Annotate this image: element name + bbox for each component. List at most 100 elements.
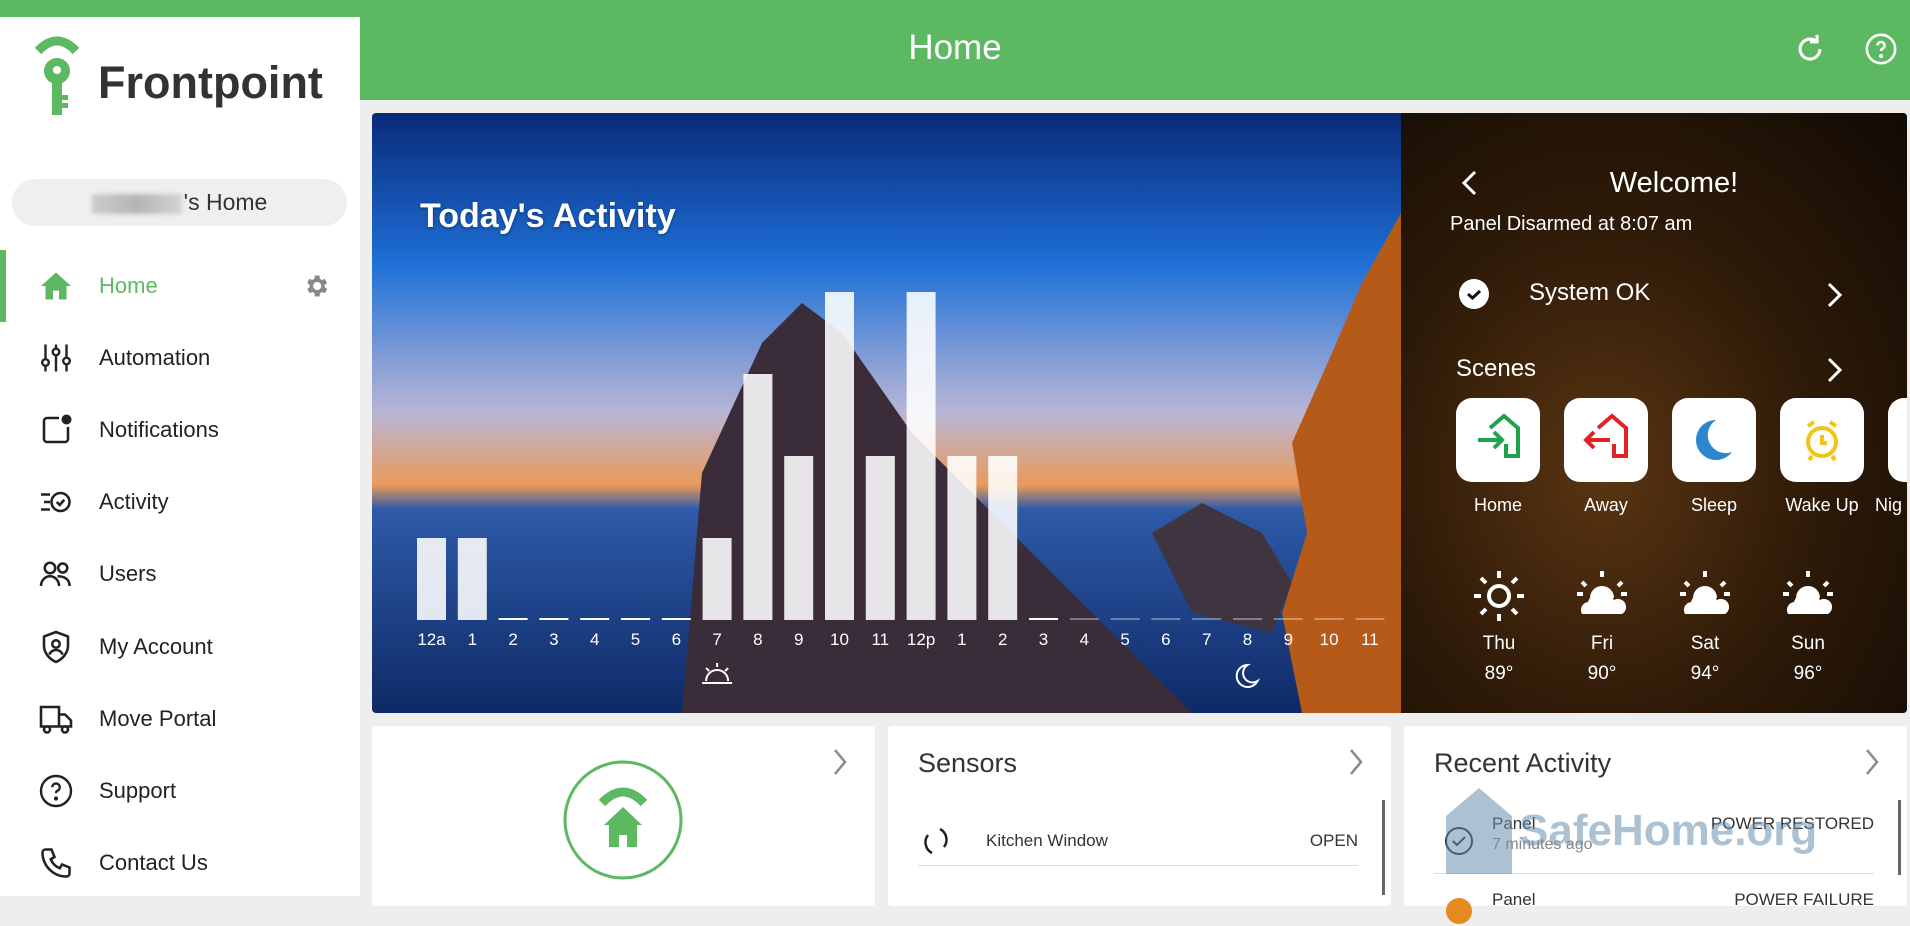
chart-bar[interactable]	[906, 292, 936, 620]
x-tick-label: 10	[830, 630, 849, 649]
chart-bar-empty	[1192, 618, 1222, 620]
chart-bar-empty	[1273, 618, 1303, 620]
x-tick-label: 11	[871, 630, 889, 649]
x-tick-label: 8	[1243, 630, 1252, 649]
sidebar-item-my-account[interactable]: My Account	[0, 611, 360, 683]
phone-icon	[41, 848, 71, 878]
scenes-chevron-right-icon[interactable]	[1825, 356, 1843, 384]
frontpoint-logo[interactable]: Frontpoint	[32, 29, 332, 124]
weather-day-label: Sat	[1690, 633, 1720, 654]
logo-text: Frontpoint	[98, 57, 323, 108]
refresh-icon[interactable]	[1793, 32, 1827, 66]
scene-home-button[interactable]	[1456, 398, 1540, 482]
weather-day: Thu 89°	[1454, 568, 1544, 685]
weather-temp: 96°	[1793, 663, 1823, 684]
recent-activity-card[interactable]: Recent Activity Panel 7 minutes ago POWE…	[1404, 726, 1907, 924]
partly-cloudy-icon	[1577, 571, 1627, 614]
chart-bar-empty	[1355, 618, 1385, 620]
scene-away-button[interactable]	[1564, 398, 1648, 482]
sidebar-item-contact-us[interactable]: Contact Us	[0, 827, 360, 899]
home-icon	[41, 272, 71, 300]
sidebar-item-users[interactable]: Users	[0, 538, 360, 610]
activity-row[interactable]: Panel POWER FAILURE	[1434, 886, 1874, 926]
chart-bar[interactable]	[743, 374, 773, 620]
chart-bar-empty	[621, 618, 650, 620]
chart-bar-empty	[1069, 618, 1099, 620]
chevron-right-icon[interactable]	[1862, 746, 1882, 778]
sunrise-icon	[702, 663, 733, 684]
partly-cloudy-icon	[1680, 571, 1730, 614]
chevron-right-icon[interactable]	[1825, 281, 1843, 309]
x-tick-label: 6	[672, 630, 681, 649]
chart-bar[interactable]	[457, 538, 487, 620]
activity-hero-card: Today's Activity 12a 1 2 3 4 5 6 7 8 9 10 11 12p 1 2 3 4…	[372, 113, 1907, 713]
weather-day: Fri 90°	[1557, 568, 1647, 685]
scrollbar[interactable]	[1382, 800, 1385, 895]
x-tick-label: 3	[549, 630, 558, 649]
scrollbar[interactable]	[1898, 800, 1901, 875]
x-tick-label: 11	[1361, 630, 1379, 649]
weather-day: Sun 96°	[1763, 568, 1853, 685]
x-tick-label: 9	[794, 630, 803, 649]
weather-day-label: Sun	[1791, 633, 1825, 654]
chart-bar[interactable]	[417, 538, 446, 620]
welcome-title: Welcome!	[1609, 167, 1739, 199]
sensor-row[interactable]: Kitchen Window OPEN	[918, 811, 1358, 866]
sensors-card[interactable]: Sensors Kitchen Window OPEN	[888, 726, 1391, 906]
alarm-clock-icon	[1806, 420, 1838, 462]
x-tick-label: 6	[1161, 630, 1170, 649]
x-tick-label: 4	[590, 630, 599, 649]
arrive-home-icon	[1478, 413, 1520, 458]
chart-bar[interactable]	[988, 456, 1018, 620]
sidebar-item-activity[interactable]: Activity	[0, 466, 360, 538]
window-sensor-icon	[924, 827, 948, 855]
gear-icon[interactable]	[302, 272, 330, 300]
sensors-title: Sensors	[918, 748, 1018, 778]
scene-sleep-button[interactable]	[1672, 398, 1756, 482]
weather-temp: 90°	[1587, 663, 1617, 684]
x-tick-label: 4	[1080, 630, 1089, 649]
redacted-name	[91, 193, 182, 214]
chart-bar[interactable]	[865, 456, 895, 620]
chart-bar-empty	[1029, 618, 1058, 620]
partly-cloudy-icon	[1783, 571, 1833, 614]
x-tick-label: 9	[1284, 630, 1293, 649]
chart-bar-empty	[498, 618, 528, 620]
sidebar-item-automation[interactable]: Automation	[0, 322, 360, 394]
scene-night-button[interactable]	[1888, 398, 1907, 482]
weather-temp: 94°	[1690, 663, 1720, 684]
chart-bar[interactable]	[702, 538, 732, 620]
x-tick-label: 3	[1039, 630, 1048, 649]
chevron-right-icon[interactable]	[1346, 746, 1366, 778]
chart-bar-empty	[1151, 618, 1181, 620]
chart-bar[interactable]	[825, 292, 854, 620]
chevron-right-icon[interactable]	[830, 746, 850, 778]
moon-icon	[1235, 663, 1261, 688]
sliders-icon	[40, 344, 71, 372]
security-status-card[interactable]	[372, 726, 875, 906]
chart-bar[interactable]	[784, 456, 814, 620]
help-icon[interactable]	[1864, 32, 1898, 66]
x-tick-label: 10	[1320, 630, 1339, 649]
moon-icon	[1696, 420, 1732, 460]
users-icon	[39, 561, 71, 587]
x-tick-label: 8	[753, 630, 762, 649]
sun-icon	[1474, 571, 1524, 621]
sidebar-item-move-portal[interactable]: Move Portal	[0, 683, 360, 755]
sidebar-item-home[interactable]: Home	[0, 250, 360, 322]
home-selector[interactable]: 's Home	[12, 179, 347, 226]
chart-bar-empty	[1233, 618, 1262, 620]
sidebar-item-support[interactable]: Support	[0, 755, 360, 827]
chart-bar-empty	[1314, 618, 1344, 620]
scene-wake-up-button[interactable]	[1780, 398, 1864, 482]
leave-home-icon	[1583, 413, 1628, 458]
welcome-panel: Welcome! Panel Disarmed at 8:07 am Syste…	[1401, 113, 1907, 713]
x-tick-label: 5	[631, 630, 640, 649]
chart-bar-empty	[1110, 618, 1140, 620]
sidebar-item-notifications[interactable]: Notifications	[0, 394, 360, 466]
scenes-label: Scenes	[1456, 355, 1537, 382]
chart-bar[interactable]	[947, 456, 977, 620]
weather-temp: 89°	[1484, 663, 1514, 684]
activity-row[interactable]: Panel 7 minutes ago POWER RESTORED	[1434, 806, 1874, 874]
x-tick-label: 1	[468, 630, 477, 649]
